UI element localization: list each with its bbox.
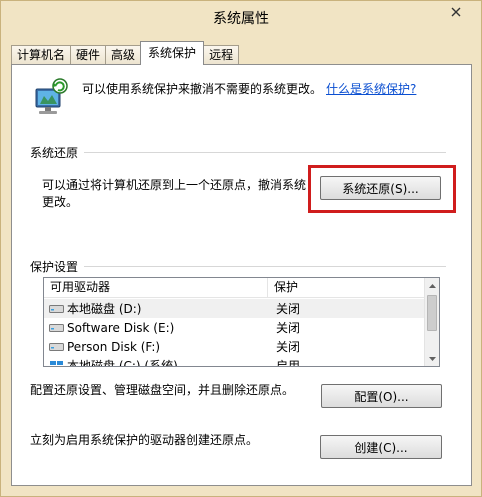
protection-state: 关闭 bbox=[276, 302, 301, 316]
configure-button[interactable]: 配置(O)... bbox=[321, 384, 442, 408]
column-protection[interactable]: 保护 bbox=[268, 278, 425, 298]
table-row[interactable]: 本地磁盘 (D:) 关闭 bbox=[44, 299, 425, 318]
drive-name: 本地磁盘 (D:) bbox=[67, 302, 142, 316]
scroll-thumb[interactable] bbox=[427, 295, 437, 331]
title-bar: 系统属性 bbox=[1, 1, 481, 33]
scroll-up-button[interactable] bbox=[425, 278, 439, 293]
drive-name: Person Disk (F:) bbox=[67, 339, 161, 354]
window-title: 系统属性 bbox=[213, 11, 269, 27]
protection-group-line bbox=[30, 266, 446, 267]
windows-drive-icon bbox=[50, 361, 63, 365]
tab-remote[interactable]: 远程 bbox=[203, 45, 240, 65]
tab-system-protection[interactable]: 系统保护 bbox=[140, 41, 205, 65]
tab-hardware[interactable]: 硬件 bbox=[70, 45, 107, 65]
tab-advanced[interactable]: 高级 bbox=[105, 45, 142, 65]
hard-drive-icon bbox=[49, 305, 64, 313]
close-icon bbox=[451, 7, 461, 17]
tab-panel-system-protection: 可以使用系统保护来撤消不需要的系统更改。 什么是系统保护? 系统还原 可以通过将计… bbox=[11, 64, 472, 486]
create-button[interactable]: 创建(C)... bbox=[320, 435, 442, 459]
drive-list-scrollbar[interactable] bbox=[424, 278, 439, 366]
close-button[interactable] bbox=[437, 3, 475, 21]
drive-name: 本地磁盘 (C:) (系统) bbox=[67, 359, 178, 367]
restore-description-line1: 可以通过将计算机还原到上一个还原点，撤消系统 bbox=[42, 178, 307, 192]
system-restore-button[interactable]: 系统还原(S)... bbox=[320, 176, 441, 200]
tab-computer-name[interactable]: 计算机名 bbox=[11, 45, 72, 65]
configure-description: 配置还原设置、管理磁盘空间，并且删除还原点。 bbox=[30, 383, 295, 397]
protection-state: 关闭 bbox=[276, 340, 301, 354]
system-protection-icon bbox=[35, 78, 68, 114]
drive-list-rows: 本地磁盘 (D:) 关闭 Software Disk (E:) 关闭 Perso… bbox=[44, 299, 425, 367]
drive-list[interactable]: 可用驱动器 保护 本地磁盘 (D:) 关闭 Software Disk (E:)… bbox=[43, 277, 440, 367]
table-row[interactable]: Software Disk (E:) 关闭 bbox=[44, 318, 425, 337]
hard-drive-icon bbox=[49, 343, 64, 351]
chevron-up-icon bbox=[428, 283, 436, 288]
drive-list-header: 可用驱动器 保护 bbox=[44, 278, 425, 298]
protection-state: 关闭 bbox=[276, 321, 301, 335]
protection-state: 启用 bbox=[276, 359, 301, 367]
scroll-down-button[interactable] bbox=[425, 351, 439, 366]
drive-name: Software Disk (E:) bbox=[67, 320, 175, 335]
intro-text: 可以使用系统保护来撤消不需要的系统更改。 什么是系统保护? bbox=[82, 80, 416, 97]
what-is-system-protection-link[interactable]: 什么是系统保护? bbox=[326, 82, 416, 96]
chevron-down-icon bbox=[428, 356, 436, 361]
intro-description: 可以使用系统保护来撤消不需要的系统更改。 bbox=[82, 82, 323, 96]
restore-group-label: 系统还原 bbox=[30, 144, 85, 161]
table-row[interactable]: Person Disk (F:) 关闭 bbox=[44, 337, 425, 356]
table-row[interactable]: 本地磁盘 (C:) (系统) 启用 bbox=[44, 356, 425, 367]
restore-description-line2: 更改。 bbox=[42, 195, 79, 209]
hard-drive-icon bbox=[49, 324, 64, 332]
restore-group-line bbox=[30, 152, 446, 153]
protection-group-label: 保护设置 bbox=[30, 258, 85, 275]
column-available-drives[interactable]: 可用驱动器 bbox=[44, 278, 268, 298]
create-description: 立刻为启用系统保护的驱动器创建还原点。 bbox=[30, 433, 259, 447]
system-properties-window: 系统属性 计算机名 硬件 高级 系统保护 远程 可以使用系统保护来撤消不需要的系… bbox=[0, 0, 482, 497]
tab-strip: 计算机名 硬件 高级 系统保护 远程 bbox=[11, 41, 240, 65]
